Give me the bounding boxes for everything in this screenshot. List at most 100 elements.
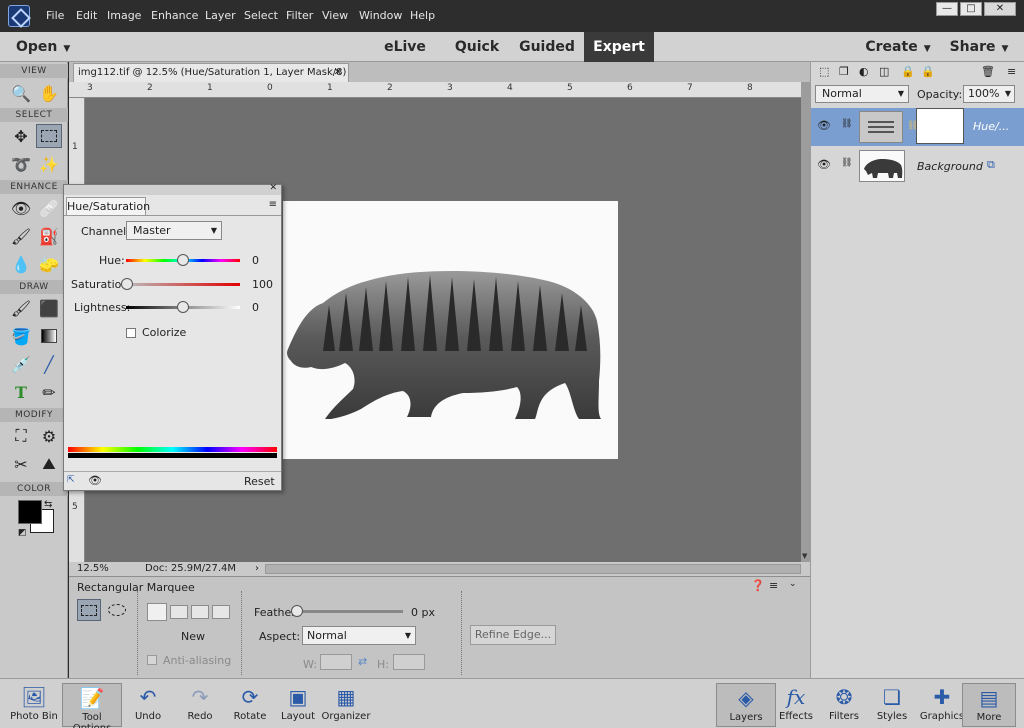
panel-menu-icon[interactable]: ≡ [269,199,277,210]
saturation-value[interactable]: 100 [252,278,273,291]
lock-all-icon[interactable]: 🔒 [921,65,935,78]
paint-bucket-tool-icon[interactable]: 🪣 [8,324,34,348]
menu-edit[interactable]: Edit [76,9,97,22]
rect-marquee-option-button[interactable] [77,599,101,621]
lightness-slider-knob[interactable] [177,301,189,313]
share-button[interactable]: Share ▼ [944,32,1014,62]
sponge-tool-icon[interactable]: 🧽 [36,252,62,276]
menu-select[interactable]: Select [244,9,278,22]
status-menu-icon[interactable]: › [255,562,259,576]
saturation-slider[interactable] [121,278,240,290]
subtract-from-selection-button[interactable] [191,605,209,619]
link-icon[interactable]: ⛓ [841,119,852,129]
rectangular-marquee-tool-icon[interactable] [36,124,62,148]
zoom-tool-icon[interactable]: 🔍 [8,81,34,105]
foreground-color-swatch[interactable] [18,500,42,524]
eyedropper-tool-icon[interactable]: 💉 [8,352,34,376]
organizer-button[interactable]: ▦ Organizer [316,683,376,727]
type-tool-icon[interactable]: T [8,380,34,404]
straighten-tool-icon[interactable]: ⛰ [36,452,62,476]
move-tool-icon[interactable]: ✥ [8,124,34,148]
blend-mode-dropdown[interactable]: Normal ▼ [815,85,909,103]
menu-window[interactable]: Window [359,9,402,22]
tab-elive[interactable]: eLive [374,32,436,62]
clip-to-layer-icon[interactable]: ⇱ [67,475,75,485]
line-tool-icon[interactable]: ╱ [36,352,62,376]
collapse-chevron-icon[interactable]: ⌄ [789,579,797,589]
channel-dropdown[interactable]: Master ▼ [126,221,222,240]
close-tab-icon[interactable]: ✕ [334,64,342,82]
create-button[interactable]: Create ▼ [862,32,934,62]
vertical-scrollbar[interactable]: ▼ [801,82,810,562]
aspect-dropdown[interactable]: Normal ▼ [302,626,416,645]
width-input[interactable] [320,654,352,670]
tool-options-button[interactable]: 📝 Tool Options [62,683,122,728]
photo-bin-button[interactable]: 🖼 Photo Bin [4,683,64,727]
menu-file[interactable]: File [46,9,64,22]
feather-slider[interactable] [291,605,403,617]
tab-guided[interactable]: Guided [514,32,580,62]
open-button[interactable]: Open ▼ [16,32,86,62]
hand-tool-icon[interactable]: ✋ [36,81,62,105]
lightness-value[interactable]: 0 [252,301,259,314]
lock-transparent-icon[interactable]: 🔒 [901,65,915,78]
layer-mask-thumbnail[interactable] [916,108,964,144]
undo-button[interactable]: ↶ Undo [118,683,178,727]
close-window-button[interactable]: ✕ [984,2,1016,16]
link-icon[interactable]: ⛓ [841,158,852,168]
feather-slider-knob[interactable] [291,605,303,617]
eraser-tool-icon[interactable]: ⬛ [36,296,62,320]
new-layer-icon[interactable]: ⬚ [819,65,829,78]
pencil-tool-icon[interactable]: ✏ [36,380,62,404]
feather-value[interactable]: 0 px [411,606,435,619]
menu-layer[interactable]: Layer [205,9,236,22]
magic-wand-tool-icon[interactable]: ✨ [36,152,62,176]
saturation-slider-knob[interactable] [121,278,133,290]
brush-tool-icon[interactable]: 🖌 [8,296,34,320]
document-tab[interactable]: img112.tif @ 12.5% (Hue/Saturation 1, La… [73,63,349,96]
document-image[interactable] [283,201,618,459]
layer-row-hue-saturation[interactable]: 👁 ⛓ ⛓ Hue/... [811,108,1024,146]
content-aware-move-tool-icon[interactable]: ✂ [8,452,34,476]
panel-menu-icon[interactable]: ≡ [769,579,778,592]
elliptical-marquee-option-button[interactable] [107,601,127,619]
layer-name[interactable]: Background [917,160,983,173]
default-colors-icon[interactable]: ◩ [18,528,27,538]
smart-brush-tool-icon[interactable]: 🖌 [8,224,34,248]
menu-view[interactable]: View [322,9,348,22]
panel-menu-icon[interactable]: ≡ [1007,65,1016,78]
crop-tool-icon[interactable]: ⛶ [8,424,34,448]
menu-image[interactable]: Image [107,9,141,22]
delete-layer-icon[interactable]: 🗑 [981,65,995,78]
eye-icon[interactable]: 👁 [817,158,831,171]
eye-icon[interactable]: 👁 [88,474,102,487]
add-to-selection-button[interactable] [170,605,188,619]
layer-lock-icon[interactable]: ⧉ [987,158,995,172]
tab-quick[interactable]: Quick [446,32,508,62]
menu-filter[interactable]: Filter [286,9,313,22]
zoom-level[interactable]: 12.5% [77,562,109,576]
new-group-icon[interactable]: ❐ [839,65,849,78]
help-icon[interactable]: ❓ [751,579,765,592]
blur-tool-icon[interactable]: 💧 [8,252,34,276]
colorize-checkbox[interactable] [126,328,136,338]
new-selection-button[interactable] [147,603,167,621]
gradient-tool-icon[interactable] [36,324,62,348]
height-input[interactable] [393,654,425,670]
hue-slider-knob[interactable] [177,254,189,266]
panel-header[interactable]: ✕ [64,183,281,195]
maximize-button[interactable]: □ [960,2,982,16]
tab-expert[interactable]: Expert [584,32,654,62]
red-eye-tool-icon[interactable]: 👁 [8,196,34,220]
intersect-selection-button[interactable] [212,605,230,619]
layer-row-background[interactable]: 👁 ⛓ Background ⧉ [811,148,1024,186]
hue-slider[interactable] [126,254,240,266]
recompose-tool-icon[interactable]: ⚙ [36,424,62,448]
adjustment-layer-icon[interactable]: ◐ [859,65,869,78]
layer-name[interactable]: Hue/... [973,120,1009,133]
lightness-slider[interactable] [126,301,240,313]
close-icon[interactable]: ✕ [269,183,277,193]
refine-edge-button[interactable]: Refine Edge... [470,625,556,645]
clone-stamp-tool-icon[interactable]: ⛽ [36,224,62,248]
scroll-down-icon[interactable]: ▼ [802,552,807,560]
